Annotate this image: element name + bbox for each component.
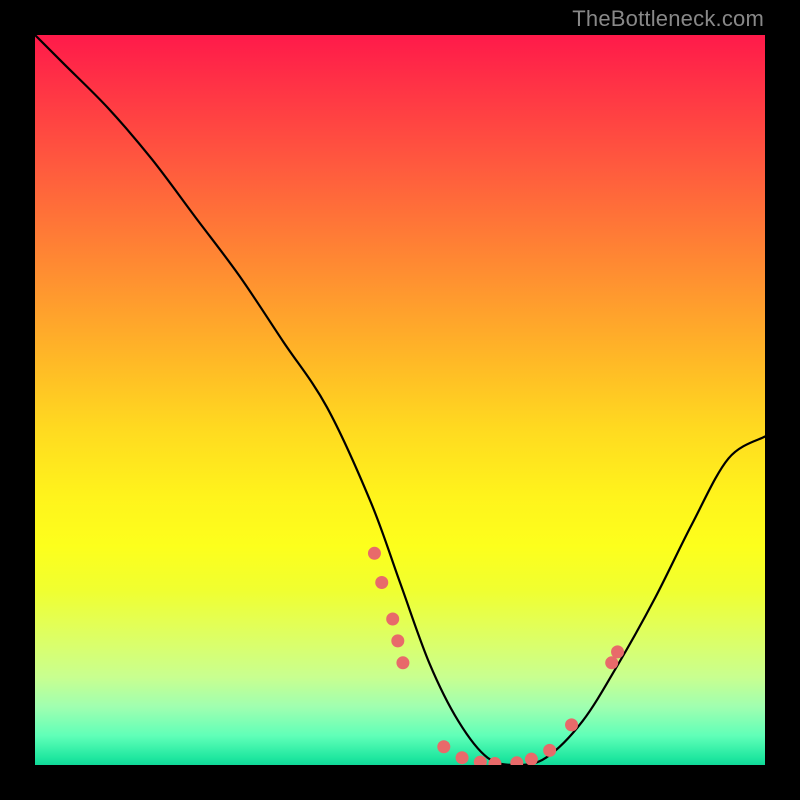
- sample-dot: [510, 756, 523, 765]
- watermark-text: TheBottleneck.com: [572, 6, 764, 32]
- chart-frame: TheBottleneck.com: [0, 0, 800, 800]
- sample-dot: [391, 634, 404, 647]
- sample-dot: [474, 756, 487, 765]
- sample-dot: [386, 613, 399, 626]
- sample-dot: [396, 656, 409, 669]
- sample-dot: [437, 740, 450, 753]
- sample-dot: [605, 656, 618, 669]
- sample-dot: [456, 751, 469, 764]
- plot-area: [35, 35, 765, 765]
- sample-dots-group: [368, 547, 624, 765]
- sample-dot: [368, 547, 381, 560]
- curve-svg: [35, 35, 765, 765]
- sample-dot: [375, 576, 388, 589]
- sample-dot: [525, 753, 538, 765]
- sample-dot: [611, 645, 624, 658]
- sample-dot: [565, 718, 578, 731]
- sample-dot: [543, 744, 556, 757]
- sample-dot: [488, 757, 501, 765]
- bottleneck-curve: [35, 35, 765, 765]
